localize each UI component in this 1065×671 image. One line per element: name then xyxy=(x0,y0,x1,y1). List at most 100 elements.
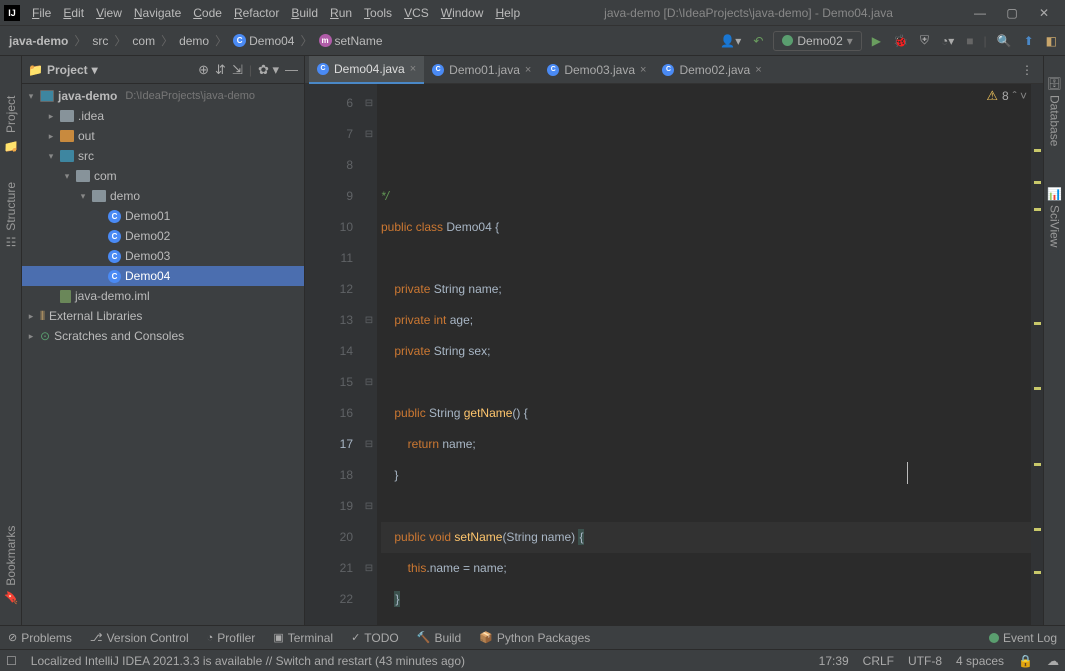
tool-terminal[interactable]: ▣ Terminal xyxy=(273,631,333,645)
status-cloud-icon[interactable]: ☁ xyxy=(1047,654,1059,668)
bc-project[interactable]: java-demo xyxy=(6,32,71,50)
expand-all-icon[interactable]: ⇵ xyxy=(215,62,226,78)
close-button[interactable]: ✕ xyxy=(1035,4,1053,22)
add-user-icon[interactable]: 👤▾ xyxy=(718,32,743,50)
menu-view[interactable]: View xyxy=(90,3,128,23)
code-line-14[interactable]: return name; xyxy=(381,429,1031,460)
code-line-15[interactable]: } xyxy=(381,460,1031,491)
status-eol[interactable]: CRLF xyxy=(863,654,894,668)
code-line-19[interactable]: } xyxy=(381,584,1031,615)
tool-bookmarks[interactable]: 🔖Bookmarks xyxy=(4,526,18,605)
close-icon[interactable]: × xyxy=(755,64,761,76)
ide-features-icon[interactable]: ◧ xyxy=(1044,32,1059,50)
tool-sciview[interactable]: 📊SciView xyxy=(1048,187,1062,248)
tree-file-demo04[interactable]: CDemo04 xyxy=(22,266,304,286)
tree-out[interactable]: ▸out xyxy=(22,126,304,146)
tool-project[interactable]: 📁Project xyxy=(4,96,18,152)
tab-demo04-java[interactable]: CDemo04.java× xyxy=(309,56,424,84)
status-indent[interactable]: 4 spaces xyxy=(956,654,1004,668)
tree-file-demo03[interactable]: CDemo03 xyxy=(22,246,304,266)
menu-window[interactable]: Window xyxy=(435,3,490,23)
menu-code[interactable]: Code xyxy=(187,3,228,23)
tabs-more-icon[interactable]: ⋮ xyxy=(1015,63,1039,77)
tool-problems[interactable]: ⊘ Problems xyxy=(8,631,72,645)
bc-demo[interactable]: demo xyxy=(176,32,212,50)
code-line-6[interactable]: */ xyxy=(381,181,1031,212)
menu-file[interactable]: File xyxy=(26,3,57,23)
editor-body[interactable]: ⚠8 ˆ ˅ 67891011121314151617181920212223 … xyxy=(305,84,1043,625)
menu-help[interactable]: Help xyxy=(489,3,526,23)
tool-structure[interactable]: ☷Structure xyxy=(4,182,18,249)
run-config-select[interactable]: Demo02▾ xyxy=(773,31,861,51)
tree-root[interactable]: ▾java-demoD:\IdeaProjects\java-demo xyxy=(22,86,304,106)
inspection-badge[interactable]: ⚠8 ˆ ˅ xyxy=(986,88,1027,104)
status-encoding[interactable]: UTF-8 xyxy=(908,654,942,668)
tab-demo02-java[interactable]: CDemo02.java× xyxy=(654,56,769,84)
menu-edit[interactable]: Edit xyxy=(57,3,90,23)
tool-profiler[interactable]: ◔ Profiler xyxy=(207,631,256,645)
close-icon[interactable]: × xyxy=(525,64,531,76)
tree-ext-lib[interactable]: ▸⫴External Libraries xyxy=(22,306,304,326)
tab-demo03-java[interactable]: CDemo03.java× xyxy=(539,56,654,84)
error-stripe[interactable] xyxy=(1031,84,1043,625)
close-icon[interactable]: × xyxy=(410,63,416,75)
tool-database[interactable]: 🗄Database xyxy=(1048,76,1062,147)
select-opened-icon[interactable]: ⊕ xyxy=(198,62,209,78)
project-panel-title[interactable]: 📁 Project ▾ xyxy=(28,63,192,77)
menu-navigate[interactable]: Navigate xyxy=(128,3,187,23)
bc-src[interactable]: src xyxy=(89,32,111,50)
event-log[interactable]: Event Log xyxy=(989,631,1057,645)
tree-src[interactable]: ▾src xyxy=(22,146,304,166)
code-line-12[interactable] xyxy=(381,367,1031,398)
fold-gutter[interactable]: ⊟⊟⊟⊟⊟⊟⊟ xyxy=(361,84,377,625)
coverage-button[interactable]: ⛨ xyxy=(918,31,931,50)
menu-tools[interactable]: Tools xyxy=(358,3,398,23)
status-lock-icon[interactable]: 🔒 xyxy=(1018,654,1033,668)
close-icon[interactable]: × xyxy=(640,64,646,76)
tree-file-demo01[interactable]: CDemo01 xyxy=(22,206,304,226)
tool-todo[interactable]: ✓ TODO xyxy=(351,631,399,645)
bc-method[interactable]: msetName xyxy=(316,32,386,50)
maximize-button[interactable]: ▢ xyxy=(1003,4,1021,22)
status-toggle-icon[interactable]: ☐ xyxy=(6,654,17,668)
status-message[interactable]: Localized IntelliJ IDEA 2021.3.3 is avai… xyxy=(31,654,465,668)
menu-build[interactable]: Build xyxy=(285,3,324,23)
code-line-18[interactable]: this.name = name; xyxy=(381,553,1031,584)
code-line-20[interactable] xyxy=(381,615,1031,625)
tree-iml[interactable]: java-demo.iml xyxy=(22,286,304,306)
tab-demo01-java[interactable]: CDemo01.java× xyxy=(424,56,539,84)
tree-idea[interactable]: ▸.idea xyxy=(22,106,304,126)
back-arrow-icon[interactable]: ↶ xyxy=(751,32,765,50)
code-line-8[interactable] xyxy=(381,243,1031,274)
code-line-10[interactable]: private int age; xyxy=(381,305,1031,336)
code-content[interactable]: */public class Demo04 { private String n… xyxy=(377,84,1031,625)
code-line-16[interactable] xyxy=(381,491,1031,522)
tool-vcs[interactable]: ⎇ Version Control xyxy=(90,631,189,645)
update-icon[interactable]: ⬆ xyxy=(1022,32,1036,50)
tree-demo[interactable]: ▾demo xyxy=(22,186,304,206)
tool-build[interactable]: 🔨 Build xyxy=(417,631,461,645)
search-icon[interactable]: 🔍 xyxy=(995,32,1014,50)
status-time[interactable]: 17:39 xyxy=(819,654,849,668)
menu-vcs[interactable]: VCS xyxy=(398,3,435,23)
menu-refactor[interactable]: Refactor xyxy=(228,3,285,23)
code-line-11[interactable]: private String sex; xyxy=(381,336,1031,367)
tool-python[interactable]: 📦 Python Packages xyxy=(479,631,590,645)
tree-file-demo02[interactable]: CDemo02 xyxy=(22,226,304,246)
tree-com[interactable]: ▾com xyxy=(22,166,304,186)
tree-scratches[interactable]: ▸⊙Scratches and Consoles xyxy=(22,326,304,346)
minimize-button[interactable]: — xyxy=(971,4,989,22)
settings-icon[interactable]: ✿ ▾ xyxy=(258,62,279,78)
stop-button[interactable]: ■ xyxy=(964,32,975,50)
debug-button[interactable]: 🐞 xyxy=(891,32,910,50)
menu-run[interactable]: Run xyxy=(324,3,358,23)
bc-com[interactable]: com xyxy=(129,32,158,50)
code-line-9[interactable]: private String name; xyxy=(381,274,1031,305)
code-line-13[interactable]: public String getName() { xyxy=(381,398,1031,429)
code-line-7[interactable]: public class Demo04 { xyxy=(381,212,1031,243)
profile-button[interactable]: ◔▾ xyxy=(939,32,956,50)
bc-class[interactable]: CDemo04 xyxy=(230,32,297,50)
collapse-all-icon[interactable]: ⇲ xyxy=(232,62,243,78)
code-line-17[interactable]: public void setName(String name) { xyxy=(381,522,1031,553)
hide-icon[interactable]: — xyxy=(285,62,298,77)
